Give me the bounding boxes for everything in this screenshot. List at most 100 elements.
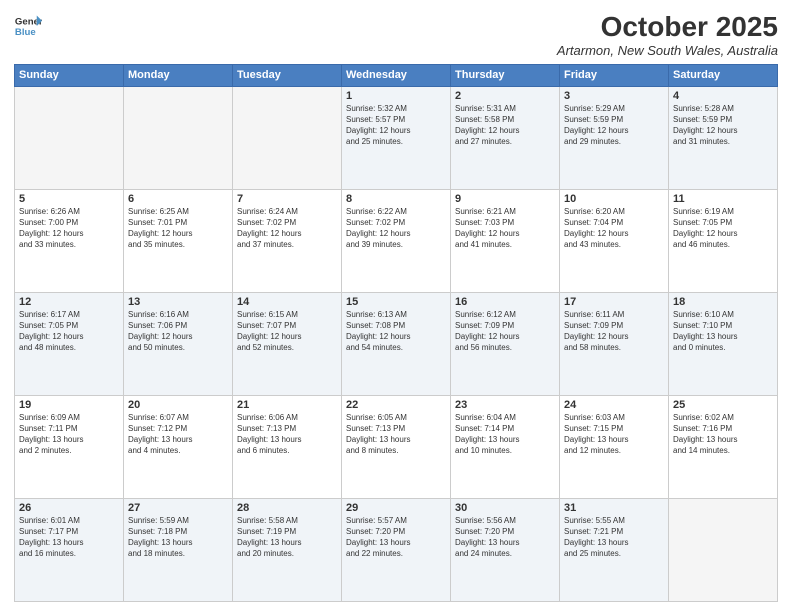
day-number: 16 xyxy=(455,296,555,308)
day-number: 21 xyxy=(237,399,337,411)
col-saturday: Saturday xyxy=(669,64,778,86)
day-info: Sunrise: 6:21 AM Sunset: 7:03 PM Dayligh… xyxy=(455,206,555,251)
day-number: 2 xyxy=(455,90,555,102)
col-thursday: Thursday xyxy=(451,64,560,86)
day-info: Sunrise: 5:57 AM Sunset: 7:20 PM Dayligh… xyxy=(346,515,446,560)
day-info: Sunrise: 5:55 AM Sunset: 7:21 PM Dayligh… xyxy=(564,515,664,560)
logo: General Blue xyxy=(14,12,42,40)
calendar-week-3: 12Sunrise: 6:17 AM Sunset: 7:05 PM Dayli… xyxy=(15,292,778,395)
day-number: 22 xyxy=(346,399,446,411)
day-info: Sunrise: 6:04 AM Sunset: 7:14 PM Dayligh… xyxy=(455,412,555,457)
calendar-cell xyxy=(124,86,233,189)
header: General Blue October 2025 Artarmon, New … xyxy=(14,12,778,58)
day-info: Sunrise: 5:58 AM Sunset: 7:19 PM Dayligh… xyxy=(237,515,337,560)
day-number: 31 xyxy=(564,502,664,514)
day-info: Sunrise: 5:59 AM Sunset: 7:18 PM Dayligh… xyxy=(128,515,228,560)
calendar-cell: 21Sunrise: 6:06 AM Sunset: 7:13 PM Dayli… xyxy=(233,395,342,498)
calendar-cell: 18Sunrise: 6:10 AM Sunset: 7:10 PM Dayli… xyxy=(669,292,778,395)
page: General Blue October 2025 Artarmon, New … xyxy=(0,0,792,612)
day-info: Sunrise: 6:03 AM Sunset: 7:15 PM Dayligh… xyxy=(564,412,664,457)
day-info: Sunrise: 6:16 AM Sunset: 7:06 PM Dayligh… xyxy=(128,309,228,354)
day-info: Sunrise: 6:11 AM Sunset: 7:09 PM Dayligh… xyxy=(564,309,664,354)
day-number: 26 xyxy=(19,502,119,514)
day-number: 5 xyxy=(19,193,119,205)
day-number: 29 xyxy=(346,502,446,514)
day-info: Sunrise: 5:28 AM Sunset: 5:59 PM Dayligh… xyxy=(673,103,773,148)
calendar-cell: 20Sunrise: 6:07 AM Sunset: 7:12 PM Dayli… xyxy=(124,395,233,498)
calendar-cell: 16Sunrise: 6:12 AM Sunset: 7:09 PM Dayli… xyxy=(451,292,560,395)
calendar-cell: 3Sunrise: 5:29 AM Sunset: 5:59 PM Daylig… xyxy=(560,86,669,189)
calendar-cell: 2Sunrise: 5:31 AM Sunset: 5:58 PM Daylig… xyxy=(451,86,560,189)
day-number: 17 xyxy=(564,296,664,308)
day-info: Sunrise: 6:19 AM Sunset: 7:05 PM Dayligh… xyxy=(673,206,773,251)
calendar-cell: 10Sunrise: 6:20 AM Sunset: 7:04 PM Dayli… xyxy=(560,189,669,292)
day-info: Sunrise: 6:26 AM Sunset: 7:00 PM Dayligh… xyxy=(19,206,119,251)
calendar-cell: 26Sunrise: 6:01 AM Sunset: 7:17 PM Dayli… xyxy=(15,498,124,601)
col-friday: Friday xyxy=(560,64,669,86)
calendar-week-4: 19Sunrise: 6:09 AM Sunset: 7:11 PM Dayli… xyxy=(15,395,778,498)
day-info: Sunrise: 6:15 AM Sunset: 7:07 PM Dayligh… xyxy=(237,309,337,354)
calendar-cell: 31Sunrise: 5:55 AM Sunset: 7:21 PM Dayli… xyxy=(560,498,669,601)
calendar-cell xyxy=(233,86,342,189)
calendar-cell xyxy=(15,86,124,189)
day-info: Sunrise: 6:09 AM Sunset: 7:11 PM Dayligh… xyxy=(19,412,119,457)
day-info: Sunrise: 6:06 AM Sunset: 7:13 PM Dayligh… xyxy=(237,412,337,457)
calendar-cell: 14Sunrise: 6:15 AM Sunset: 7:07 PM Dayli… xyxy=(233,292,342,395)
day-info: Sunrise: 6:07 AM Sunset: 7:12 PM Dayligh… xyxy=(128,412,228,457)
day-number: 28 xyxy=(237,502,337,514)
calendar-cell: 15Sunrise: 6:13 AM Sunset: 7:08 PM Dayli… xyxy=(342,292,451,395)
calendar-week-2: 5Sunrise: 6:26 AM Sunset: 7:00 PM Daylig… xyxy=(15,189,778,292)
day-number: 4 xyxy=(673,90,773,102)
day-number: 15 xyxy=(346,296,446,308)
calendar-cell: 4Sunrise: 5:28 AM Sunset: 5:59 PM Daylig… xyxy=(669,86,778,189)
day-info: Sunrise: 6:24 AM Sunset: 7:02 PM Dayligh… xyxy=(237,206,337,251)
calendar-week-1: 1Sunrise: 5:32 AM Sunset: 5:57 PM Daylig… xyxy=(15,86,778,189)
day-number: 18 xyxy=(673,296,773,308)
month-title: October 2025 xyxy=(557,12,778,43)
day-number: 14 xyxy=(237,296,337,308)
calendar-week-5: 26Sunrise: 6:01 AM Sunset: 7:17 PM Dayli… xyxy=(15,498,778,601)
day-number: 11 xyxy=(673,193,773,205)
day-number: 20 xyxy=(128,399,228,411)
calendar-cell: 12Sunrise: 6:17 AM Sunset: 7:05 PM Dayli… xyxy=(15,292,124,395)
calendar-cell: 7Sunrise: 6:24 AM Sunset: 7:02 PM Daylig… xyxy=(233,189,342,292)
logo-icon: General Blue xyxy=(14,12,42,40)
day-number: 3 xyxy=(564,90,664,102)
location: Artarmon, New South Wales, Australia xyxy=(557,43,778,58)
day-number: 30 xyxy=(455,502,555,514)
day-number: 1 xyxy=(346,90,446,102)
col-tuesday: Tuesday xyxy=(233,64,342,86)
calendar-table: Sunday Monday Tuesday Wednesday Thursday… xyxy=(14,64,778,602)
day-info: Sunrise: 6:01 AM Sunset: 7:17 PM Dayligh… xyxy=(19,515,119,560)
day-number: 9 xyxy=(455,193,555,205)
calendar-cell: 19Sunrise: 6:09 AM Sunset: 7:11 PM Dayli… xyxy=(15,395,124,498)
svg-text:Blue: Blue xyxy=(15,27,36,38)
calendar-cell: 13Sunrise: 6:16 AM Sunset: 7:06 PM Dayli… xyxy=(124,292,233,395)
day-info: Sunrise: 6:05 AM Sunset: 7:13 PM Dayligh… xyxy=(346,412,446,457)
day-info: Sunrise: 6:20 AM Sunset: 7:04 PM Dayligh… xyxy=(564,206,664,251)
calendar-cell: 9Sunrise: 6:21 AM Sunset: 7:03 PM Daylig… xyxy=(451,189,560,292)
calendar-cell: 27Sunrise: 5:59 AM Sunset: 7:18 PM Dayli… xyxy=(124,498,233,601)
calendar-cell: 30Sunrise: 5:56 AM Sunset: 7:20 PM Dayli… xyxy=(451,498,560,601)
day-number: 27 xyxy=(128,502,228,514)
calendar-cell xyxy=(669,498,778,601)
day-info: Sunrise: 5:29 AM Sunset: 5:59 PM Dayligh… xyxy=(564,103,664,148)
day-info: Sunrise: 6:02 AM Sunset: 7:16 PM Dayligh… xyxy=(673,412,773,457)
calendar-cell: 8Sunrise: 6:22 AM Sunset: 7:02 PM Daylig… xyxy=(342,189,451,292)
day-number: 24 xyxy=(564,399,664,411)
calendar-cell: 23Sunrise: 6:04 AM Sunset: 7:14 PM Dayli… xyxy=(451,395,560,498)
day-number: 19 xyxy=(19,399,119,411)
day-number: 13 xyxy=(128,296,228,308)
calendar-cell: 28Sunrise: 5:58 AM Sunset: 7:19 PM Dayli… xyxy=(233,498,342,601)
col-monday: Monday xyxy=(124,64,233,86)
day-info: Sunrise: 6:12 AM Sunset: 7:09 PM Dayligh… xyxy=(455,309,555,354)
day-number: 6 xyxy=(128,193,228,205)
calendar-cell: 25Sunrise: 6:02 AM Sunset: 7:16 PM Dayli… xyxy=(669,395,778,498)
calendar-cell: 22Sunrise: 6:05 AM Sunset: 7:13 PM Dayli… xyxy=(342,395,451,498)
day-number: 7 xyxy=(237,193,337,205)
day-info: Sunrise: 5:32 AM Sunset: 5:57 PM Dayligh… xyxy=(346,103,446,148)
day-number: 10 xyxy=(564,193,664,205)
day-number: 23 xyxy=(455,399,555,411)
calendar-cell: 29Sunrise: 5:57 AM Sunset: 7:20 PM Dayli… xyxy=(342,498,451,601)
day-info: Sunrise: 6:22 AM Sunset: 7:02 PM Dayligh… xyxy=(346,206,446,251)
